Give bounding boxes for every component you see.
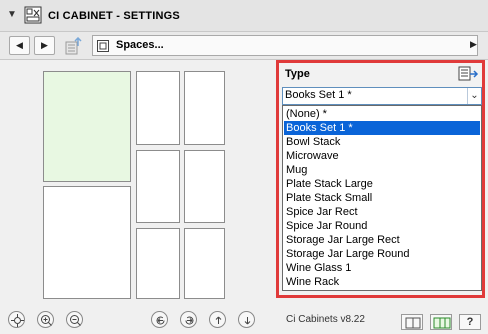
preview-cell[interactable] bbox=[136, 228, 180, 299]
type-option[interactable]: Microwave bbox=[284, 149, 480, 163]
previous-button[interactable]: ◀ bbox=[9, 36, 30, 55]
version-label: Ci Cabinets v8.22 bbox=[286, 314, 365, 325]
next-button[interactable]: ▶ bbox=[34, 36, 55, 55]
collapse-chevron-icon[interactable]: ▼ bbox=[7, 9, 17, 20]
preview-cell[interactable] bbox=[184, 71, 225, 145]
cabinet-app-icon bbox=[24, 6, 42, 24]
rotate-left-icon[interactable] bbox=[151, 311, 168, 328]
preview-cell[interactable] bbox=[136, 71, 180, 145]
preview-cell-bottom-left[interactable] bbox=[43, 186, 131, 299]
type-option[interactable]: Storage Jar Large Rect bbox=[284, 233, 480, 247]
preview-cell[interactable] bbox=[184, 228, 225, 299]
type-option[interactable]: Plate Stack Small bbox=[284, 191, 480, 205]
preview-cell[interactable] bbox=[136, 150, 180, 223]
window-title: CI CABINET - SETTINGS bbox=[48, 10, 180, 22]
preview-cell[interactable] bbox=[184, 150, 225, 223]
type-option[interactable]: Plate Stack Large bbox=[284, 177, 480, 191]
spaces-icon bbox=[97, 40, 109, 52]
type-option[interactable]: (None) * bbox=[284, 107, 480, 121]
chevron-right-icon[interactable]: ▶ bbox=[470, 39, 477, 50]
type-option[interactable]: Bowl Stack bbox=[284, 135, 480, 149]
type-option[interactable]: Spice Jar Round bbox=[284, 219, 480, 233]
type-option[interactable]: Wine Glass 1 bbox=[284, 261, 480, 275]
zoom-in-icon[interactable] bbox=[37, 311, 54, 328]
preview-cell-top-left[interactable] bbox=[43, 71, 131, 182]
type-option[interactable]: Wine Rack bbox=[284, 275, 480, 289]
zoom-out-icon[interactable] bbox=[66, 311, 83, 328]
type-dropdown-value: Books Set 1 * bbox=[285, 89, 352, 101]
move-down-icon[interactable] bbox=[238, 311, 255, 328]
rotate-right-icon[interactable] bbox=[180, 311, 197, 328]
chevron-down-icon[interactable]: ⌄ bbox=[467, 88, 481, 104]
zoom-fit-icon[interactable] bbox=[8, 311, 25, 328]
single-view-icon[interactable] bbox=[401, 314, 423, 330]
split-view-icon[interactable] bbox=[430, 314, 452, 330]
object-import-icon[interactable] bbox=[64, 36, 84, 55]
spaces-label: Spaces... bbox=[116, 39, 164, 51]
type-option-selected[interactable]: Books Set 1 * bbox=[284, 121, 480, 135]
type-label: Type bbox=[285, 68, 310, 80]
type-option[interactable]: Spice Jar Rect bbox=[284, 205, 480, 219]
type-settings-icon[interactable] bbox=[458, 65, 479, 83]
type-option[interactable]: Storage Jar Large Round bbox=[284, 247, 480, 261]
move-up-icon[interactable] bbox=[209, 311, 226, 328]
type-option[interactable]: Mug bbox=[284, 163, 480, 177]
type-options-list[interactable]: (None) * Books Set 1 * Bowl Stack Microw… bbox=[282, 105, 482, 291]
help-icon[interactable]: ? bbox=[459, 314, 481, 330]
